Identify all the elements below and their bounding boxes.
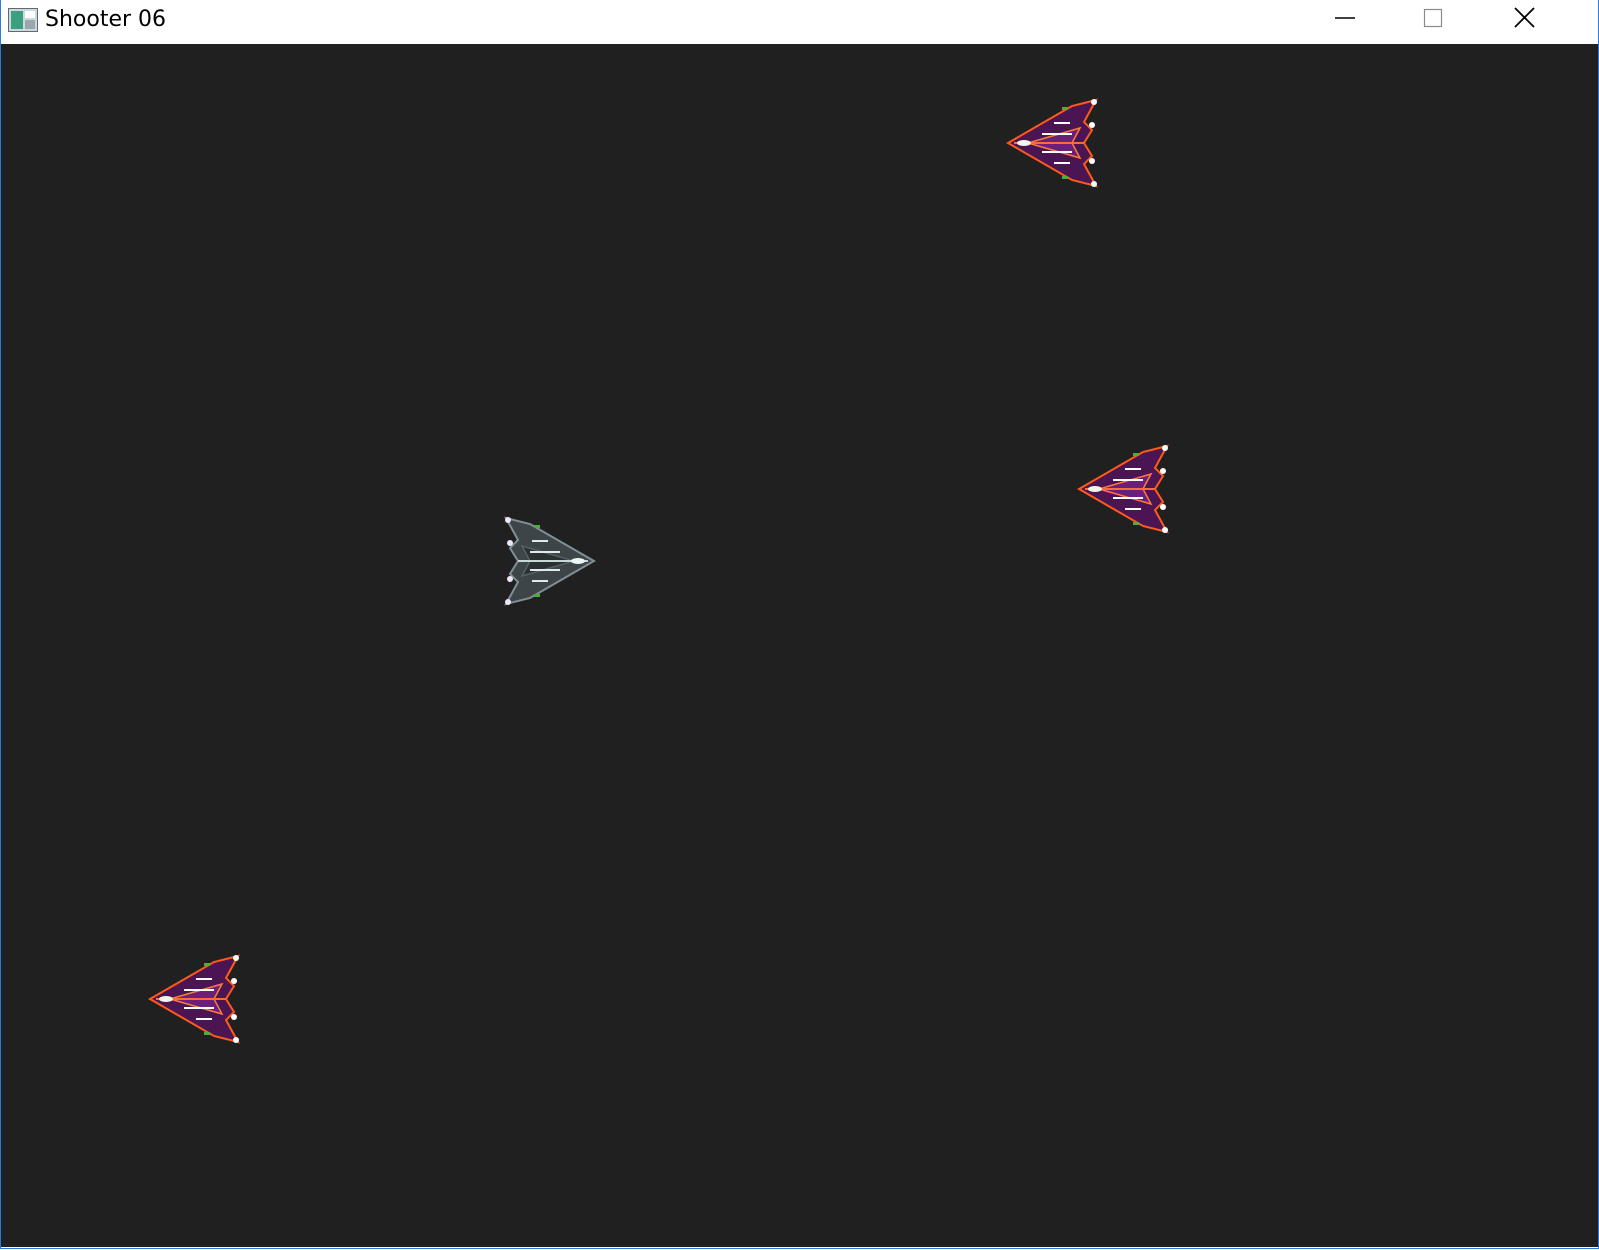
window-title: Shooter 06 — [45, 7, 167, 32]
title-bar[interactable]: Shooter 06 — [1, 0, 1598, 44]
game-window: Shooter 06 — [0, 0, 1599, 1249]
enemy-ship — [1006, 98, 1098, 188]
minimize-icon — [1335, 17, 1355, 19]
maximize-icon — [1423, 8, 1443, 28]
enemy-ship — [148, 954, 240, 1044]
minimize-button[interactable] — [1327, 0, 1417, 36]
close-icon — [1514, 7, 1535, 28]
maximize-button[interactable] — [1417, 0, 1507, 36]
player-ship — [504, 516, 596, 606]
game-canvas[interactable] — [1, 44, 1598, 1247]
close-button[interactable] — [1508, 0, 1598, 36]
enemy-ship — [1077, 444, 1169, 534]
app-icon[interactable] — [8, 8, 38, 32]
